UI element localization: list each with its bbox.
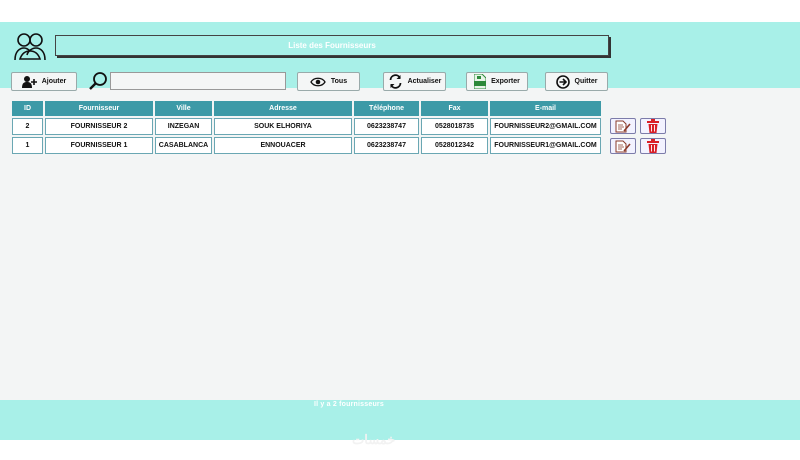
cell-address: SOUK ELHORIYA bbox=[214, 118, 352, 135]
export-label: Exporter bbox=[491, 78, 520, 85]
status-text: Il y a 2 fournisseurs bbox=[314, 401, 384, 408]
column-header-fax[interactable]: Fax bbox=[421, 101, 488, 116]
cell-supplier: FOURNISSEUR 1 bbox=[45, 137, 153, 154]
refresh-icon bbox=[389, 74, 401, 89]
table-row[interactable]: 2 FOURNISSEUR 2 INZEGAN SOUK ELHORIYA 06… bbox=[12, 118, 601, 135]
column-header-phone[interactable]: Téléphone bbox=[354, 101, 419, 116]
cell-address: ENNOUACER bbox=[214, 137, 352, 154]
edit-button[interactable] bbox=[610, 138, 636, 154]
add-button-label: Ajouter bbox=[41, 78, 67, 85]
column-header-address[interactable]: Adresse bbox=[214, 101, 352, 116]
quit-button[interactable]: Quitter bbox=[545, 72, 608, 91]
edit-button[interactable] bbox=[610, 118, 636, 134]
add-user-icon bbox=[21, 76, 37, 88]
show-all-button[interactable]: Tous bbox=[297, 72, 360, 91]
table-header-row: ID Fournisseur Ville Adresse Téléphone F… bbox=[12, 101, 601, 116]
delete-button[interactable] bbox=[640, 138, 666, 154]
cell-city: INZEGAN bbox=[155, 118, 212, 135]
cell-id: 2 bbox=[12, 118, 43, 135]
cell-phone: 0623238747 bbox=[354, 118, 419, 135]
refresh-button[interactable]: Actualiser bbox=[383, 72, 446, 91]
column-header-supplier[interactable]: Fournisseur bbox=[45, 101, 153, 116]
refresh-label: Actualiser bbox=[407, 78, 442, 85]
exit-icon bbox=[555, 74, 570, 89]
cell-city: CASABLANCA bbox=[155, 137, 212, 154]
excel-icon bbox=[474, 74, 487, 89]
quit-label: Quitter bbox=[574, 78, 598, 85]
column-header-city[interactable]: Ville bbox=[155, 101, 212, 116]
title-bar: Liste des Fournisseurs bbox=[55, 35, 609, 56]
users-icon bbox=[14, 33, 46, 61]
edit-icon bbox=[615, 140, 631, 152]
table-row[interactable]: 1 FOURNISSEUR 1 CASABLANCA ENNOUACER 062… bbox=[12, 137, 601, 154]
delete-button[interactable] bbox=[640, 118, 666, 134]
cell-email: FOURNISSEUR1@GMAIL.COM bbox=[490, 137, 601, 154]
edit-icon bbox=[615, 120, 631, 132]
cell-email: FOURNISSEUR2@GMAIL.COM bbox=[490, 118, 601, 135]
search-input[interactable] bbox=[110, 72, 286, 90]
cell-id: 1 bbox=[12, 137, 43, 154]
cell-fax: 0528018735 bbox=[421, 118, 488, 135]
column-header-id[interactable]: ID bbox=[12, 101, 43, 116]
cell-phone: 0623238747 bbox=[354, 137, 419, 154]
trash-icon bbox=[647, 139, 659, 153]
search-icon[interactable] bbox=[88, 71, 108, 91]
export-button[interactable]: Exporter bbox=[466, 72, 528, 91]
suppliers-table: ID Fournisseur Ville Adresse Téléphone F… bbox=[10, 101, 603, 154]
column-header-email[interactable]: E-mail bbox=[490, 101, 601, 116]
watermark: خمسات bbox=[352, 432, 396, 447]
show-all-label: Tous bbox=[330, 78, 348, 85]
trash-icon bbox=[647, 119, 659, 133]
add-button[interactable]: Ajouter bbox=[11, 72, 77, 91]
page-title: Liste des Fournisseurs bbox=[288, 41, 376, 50]
cell-fax: 0528012342 bbox=[421, 137, 488, 154]
eye-icon bbox=[310, 77, 326, 86]
cell-supplier: FOURNISSEUR 2 bbox=[45, 118, 153, 135]
